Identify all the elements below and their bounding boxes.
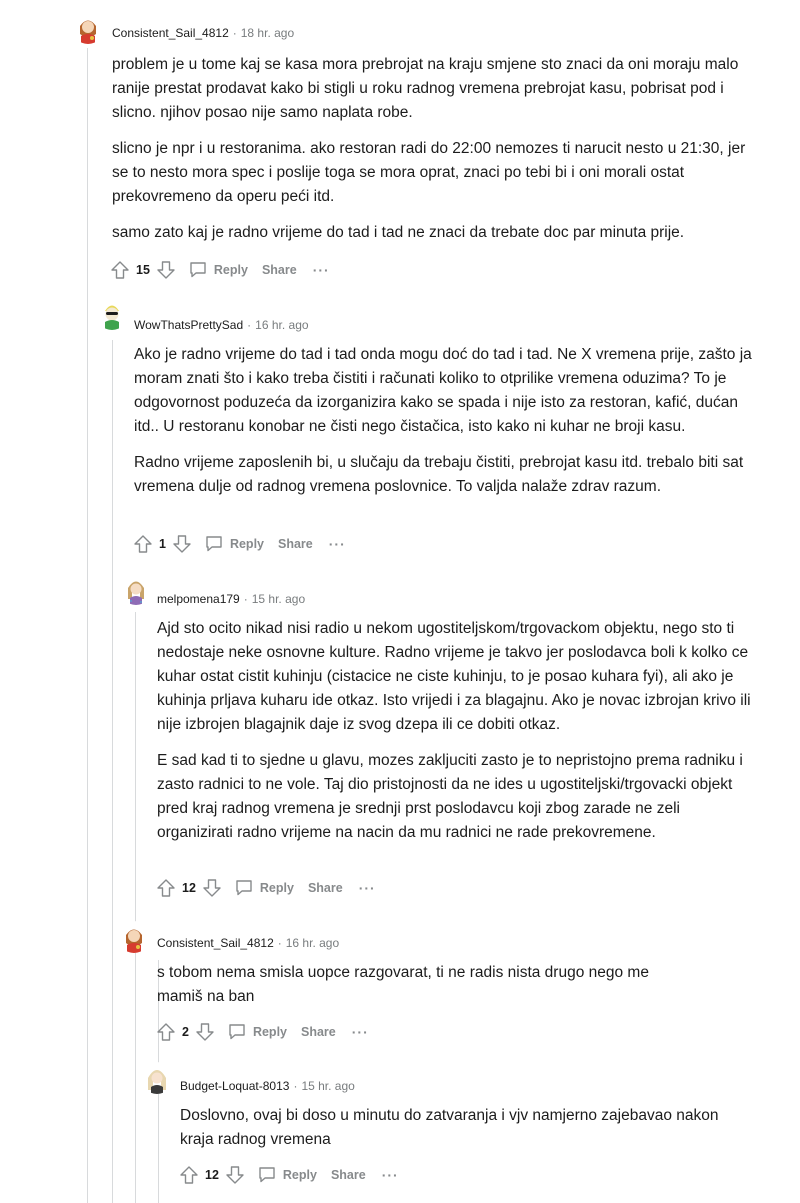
comment-body: s tobom nema smisla uopce razgovarat, ti…: [157, 961, 657, 1021]
reply-label: Reply: [259, 881, 294, 895]
vote-count: 1: [159, 537, 166, 551]
comment-actions: 15 Reply Share ···: [110, 258, 330, 282]
comment-body: problem je u tome kaj se kasa mora prebr…: [112, 53, 762, 257]
reply-button[interactable]: Reply: [227, 1021, 287, 1044]
username[interactable]: Consistent_Sail_4812: [112, 26, 229, 40]
comment-paragraph: s tobom nema smisla uopce razgovarat, ti…: [157, 964, 649, 1005]
comment-meta: Consistent_Sail_4812 · 18 hr. ago: [112, 26, 295, 40]
timestamp[interactable]: 16 hr. ago: [286, 936, 339, 950]
comment-actions: 1 Reply Share ···: [133, 532, 346, 556]
downvote-icon[interactable]: [202, 878, 222, 898]
reply-label: Reply: [252, 1025, 287, 1039]
downvote-icon[interactable]: [225, 1165, 245, 1185]
reply-button[interactable]: Reply: [204, 533, 264, 556]
reply-icon: [257, 1164, 277, 1187]
more-options-icon[interactable]: ···: [382, 1167, 399, 1183]
comment-paragraph: E sad kad ti to sjedne u glavu, mozes za…: [157, 752, 743, 841]
upvote-icon[interactable]: [133, 534, 153, 554]
upvote-icon[interactable]: [156, 1022, 176, 1042]
downvote-icon[interactable]: [156, 260, 176, 280]
downvote-icon[interactable]: [172, 534, 192, 554]
comment-paragraph: Ajd sto ocito nikad nisi radio u nekom u…: [157, 620, 751, 733]
avatar[interactable]: [72, 12, 104, 44]
comment-meta: melpomena179 · 15 hr. ago: [157, 592, 306, 606]
avatar[interactable]: [118, 921, 150, 953]
username[interactable]: Budget-Loquat-8013: [180, 1079, 289, 1093]
comment-paragraph: problem je u tome kaj se kasa mora prebr…: [112, 56, 739, 121]
downvote-icon[interactable]: [195, 1022, 215, 1042]
share-button[interactable]: Share: [331, 1168, 366, 1182]
upvote-icon[interactable]: [110, 260, 130, 280]
upvote-icon[interactable]: [156, 878, 176, 898]
comment-body: Ako je radno vrijeme do tad i tad onda m…: [134, 343, 752, 511]
more-options-icon[interactable]: ···: [313, 262, 330, 278]
thread-line[interactable]: [135, 612, 136, 1203]
comment-actions: 12 Reply Share ···: [156, 876, 376, 900]
reply-button[interactable]: Reply: [234, 877, 294, 900]
more-options-icon[interactable]: ···: [359, 880, 376, 896]
comment-paragraph: Radno vrijeme zaposlenih bi, u slučaju d…: [134, 454, 744, 495]
comment-paragraph: samo zato kaj je radno vrijeme do tad i …: [112, 224, 685, 241]
vote-count: 12: [205, 1168, 219, 1182]
reply-label: Reply: [229, 537, 264, 551]
reply-icon: [204, 533, 224, 556]
more-options-icon[interactable]: ···: [352, 1024, 369, 1040]
avatar[interactable]: [141, 1062, 173, 1094]
share-button[interactable]: Share: [262, 263, 297, 277]
avatar[interactable]: [96, 298, 128, 330]
avatar[interactable]: [120, 573, 152, 605]
timestamp[interactable]: 15 hr. ago: [252, 592, 305, 606]
timestamp[interactable]: 16 hr. ago: [255, 318, 308, 332]
thread-line[interactable]: [87, 48, 88, 1203]
vote-count: 12: [182, 881, 196, 895]
username[interactable]: WowThatsPrettySad: [134, 318, 243, 332]
comment-body: Doslovno, ovaj bi doso u minutu do zatva…: [180, 1104, 740, 1164]
share-button[interactable]: Share: [308, 881, 343, 895]
vote-count: 15: [136, 263, 150, 277]
comment-paragraph: Ako je radno vrijeme do tad i tad onda m…: [134, 346, 752, 435]
reply-button[interactable]: Reply: [257, 1164, 317, 1187]
comment-meta: WowThatsPrettySad · 16 hr. ago: [134, 318, 309, 332]
share-button[interactable]: Share: [301, 1025, 336, 1039]
share-button[interactable]: Share: [278, 537, 313, 551]
reply-button[interactable]: Reply: [188, 259, 248, 282]
username[interactable]: melpomena179: [157, 592, 240, 606]
comment-meta: Budget-Loquat-8013 · 15 hr. ago: [180, 1079, 355, 1093]
timestamp[interactable]: 15 hr. ago: [301, 1079, 354, 1093]
vote-count: 2: [182, 1025, 189, 1039]
upvote-icon[interactable]: [179, 1165, 199, 1185]
comment-body: Ajd sto ocito nikad nisi radio u nekom u…: [157, 617, 751, 857]
reply-icon: [227, 1021, 247, 1044]
thread-line[interactable]: [112, 340, 113, 1203]
reply-icon: [234, 877, 254, 900]
comment-meta: Consistent_Sail_4812 · 16 hr. ago: [157, 936, 340, 950]
reply-icon: [188, 259, 208, 282]
comment-paragraph: Doslovno, ovaj bi doso u minutu do zatva…: [180, 1107, 719, 1148]
reply-label: Reply: [282, 1168, 317, 1182]
more-options-icon[interactable]: ···: [329, 536, 346, 552]
username[interactable]: Consistent_Sail_4812: [157, 936, 274, 950]
comment-actions: 12 Reply Share ···: [179, 1163, 399, 1187]
timestamp[interactable]: 18 hr. ago: [241, 26, 294, 40]
reply-label: Reply: [213, 263, 248, 277]
comment-actions: 2 Reply Share ···: [156, 1020, 369, 1044]
comment-paragraph: slicno je npr i u restoranima. ako resto…: [112, 140, 746, 205]
